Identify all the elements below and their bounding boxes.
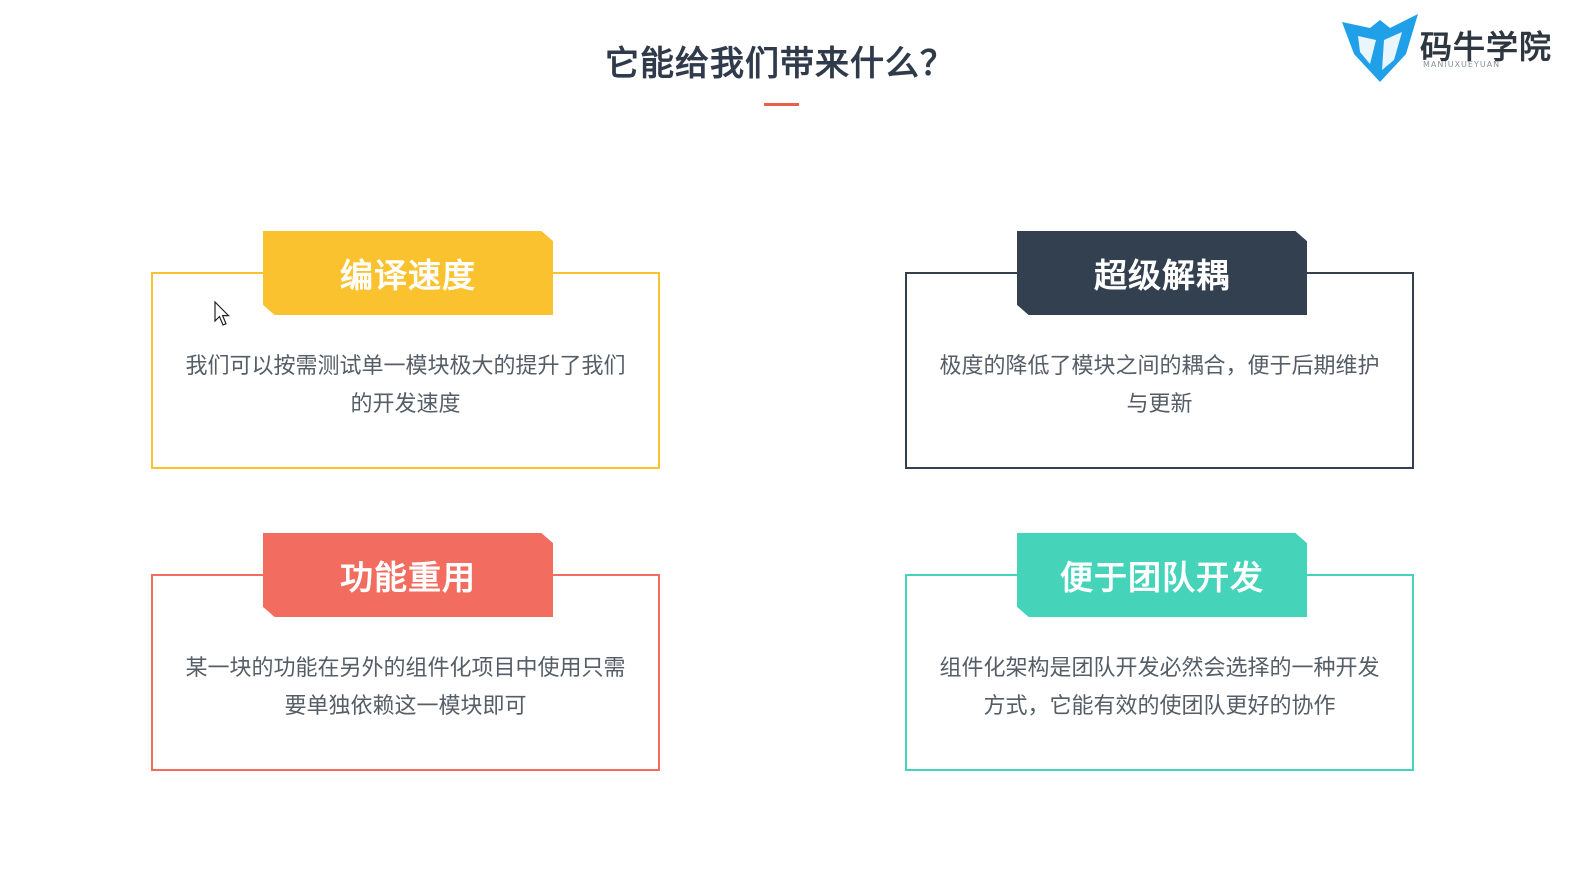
title-underline	[764, 103, 799, 106]
card-reuse: 功能重用 某一块的功能在另外的组件化项目中使用只需要单独依赖这一模块即可	[151, 533, 660, 771]
card-heading: 功能重用	[263, 533, 553, 617]
card-body: 极度的降低了模块之间的耦合，便于后期维护与更新	[939, 354, 1380, 417]
card-decoupling: 超级解耦 极度的降低了模块之间的耦合，便于后期维护与更新	[905, 231, 1414, 469]
card-body: 某一块的功能在另外的组件化项目中使用只需要单独依赖这一模块即可	[185, 656, 626, 719]
slide-title: 它能给我们带来什么？	[605, 44, 955, 84]
card-body: 我们可以按需测试单一模块极大的提升了我们的开发速度	[185, 354, 626, 417]
card-heading: 超级解耦	[1017, 231, 1307, 315]
card-heading: 编译速度	[263, 231, 553, 315]
logo-subtitle: MANIUXUEYUAN	[1423, 60, 1501, 69]
card-body: 组件化架构是团队开发必然会选择的一种开发方式，它能有效的使团队更好的协作	[939, 656, 1380, 719]
logo-mark-icon	[1342, 14, 1418, 82]
arrow-cursor-icon	[214, 301, 230, 326]
card-team-dev: 便于团队开发 组件化架构是团队开发必然会选择的一种开发方式，它能有效的使团队更好…	[905, 533, 1414, 771]
card-heading: 便于团队开发	[1017, 533, 1307, 617]
logo: 码牛学院 MANIUXUEYUAN	[1340, 14, 1560, 84]
